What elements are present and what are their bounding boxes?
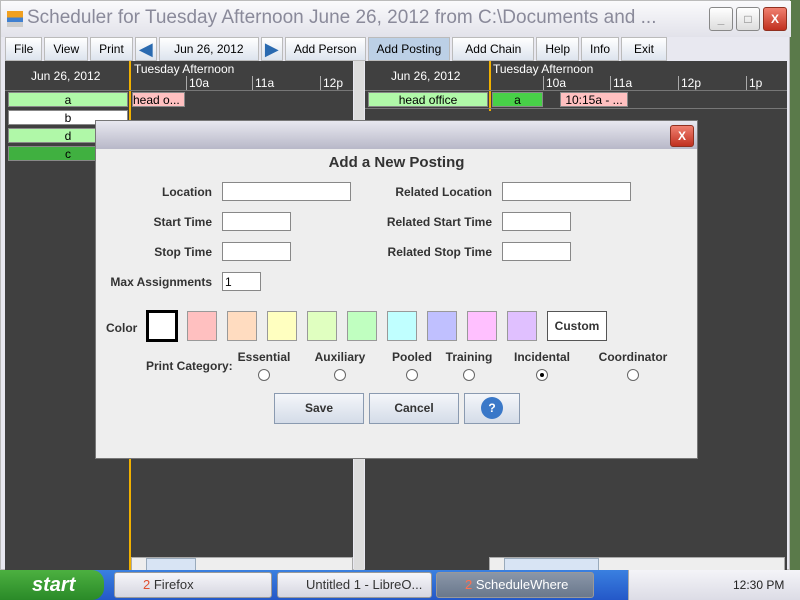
hour-label: 10a	[186, 76, 209, 90]
title-bar: Scheduler for Tuesday Afternoon June 26,…	[1, 1, 791, 37]
category-radio-incidental[interactable]	[536, 369, 548, 381]
category-radio-auxiliary[interactable]	[334, 369, 346, 381]
prev-day-arrow-icon[interactable]: ◀	[134, 37, 157, 61]
hour-label: 12p	[320, 76, 343, 90]
color-swatch[interactable]	[227, 311, 257, 341]
taskbar: start 2 Firefox Untitled 1 - LibreO... 2…	[0, 570, 800, 600]
category-label: Training	[445, 350, 493, 364]
taskbar-firefox[interactable]: 2 Firefox	[114, 572, 272, 598]
color-swatch[interactable]	[387, 311, 417, 341]
hour-label: 11a	[252, 76, 274, 90]
color-swatch[interactable]	[507, 311, 537, 341]
clock: 12:30 PM	[733, 578, 785, 592]
category-label: Auxiliary	[314, 350, 366, 364]
window-title: Scheduler for Tuesday Afternoon June 26,…	[27, 7, 657, 28]
related-stop-time-input[interactable]	[502, 242, 571, 261]
dialog-close-button[interactable]: X	[670, 125, 694, 147]
stop-time-label: Stop Time	[154, 245, 212, 259]
print-category-label: Print Category:	[146, 359, 233, 373]
start-time-input[interactable]	[222, 212, 291, 231]
category-radio-pooled[interactable]	[406, 369, 418, 381]
help-icon: ?	[481, 397, 503, 419]
taskbar-libreoffice[interactable]: Untitled 1 - LibreO...	[277, 572, 432, 598]
exit-button[interactable]: Exit	[621, 37, 668, 61]
start-button[interactable]: start	[0, 570, 104, 600]
color-swatch[interactable]	[307, 311, 337, 341]
color-swatch[interactable]	[267, 311, 297, 341]
category-radio-training[interactable]	[463, 369, 475, 381]
next-day-arrow-icon[interactable]: ▶	[260, 37, 283, 61]
maximize-button[interactable]: □	[736, 7, 760, 31]
category-radio-essential[interactable]	[258, 369, 270, 381]
related-location-input[interactable]	[502, 182, 631, 201]
period-label: Tuesday Afternoon	[134, 62, 235, 76]
location-label: Location	[162, 185, 212, 199]
close-button[interactable]: X	[763, 7, 787, 31]
task-count: 2	[465, 577, 473, 592]
add-person-button[interactable]: Add Person	[284, 37, 366, 61]
person-a[interactable]: a	[8, 92, 128, 107]
color-swatch[interactable]	[146, 310, 178, 342]
custom-color-button[interactable]: Custom	[547, 311, 607, 341]
help-button[interactable]: ?	[464, 393, 520, 424]
hour-label: 1p	[746, 76, 762, 90]
task-label: Untitled 1 - LibreO...	[306, 577, 423, 592]
cancel-button[interactable]: Cancel	[369, 393, 459, 424]
print-button[interactable]: Print	[90, 37, 133, 61]
hour-label: 10a	[543, 76, 566, 90]
posting-head-office[interactable]: head office	[368, 92, 488, 107]
max-assignments-label: Max Assignments	[110, 275, 212, 289]
dialog-heading: Add a New Posting	[328, 154, 465, 171]
hour-label: 11a	[610, 76, 632, 90]
stop-time-input[interactable]	[222, 242, 291, 261]
dialog-title-bar: X	[96, 121, 697, 149]
related-location-label: Related Location	[395, 185, 492, 199]
category-radio-coordinator[interactable]	[627, 369, 639, 381]
schedule-entry[interactable]: head o...	[132, 92, 185, 107]
category-label: Coordinator	[598, 350, 668, 364]
pane-date: Jun 26, 2012	[31, 69, 101, 83]
related-stop-time-label: Related Stop Time	[387, 245, 492, 259]
help-button[interactable]: Help	[536, 37, 579, 61]
schedule-entry[interactable]: 10:15a - ...	[560, 92, 628, 107]
task-label: Firefox	[153, 577, 194, 592]
category-label: Incidental	[513, 350, 570, 364]
period-label: Tuesday Afternoon	[493, 62, 594, 76]
related-start-time-label: Related Start Time	[386, 215, 492, 229]
color-swatch[interactable]	[427, 311, 457, 341]
category-label: Essential	[237, 350, 291, 364]
save-button[interactable]: Save	[274, 393, 364, 424]
add-posting-dialog: X Add a New Posting Location Start Time …	[95, 120, 698, 459]
task-count: 2	[143, 577, 151, 592]
color-swatch[interactable]	[187, 311, 217, 341]
assigned-person[interactable]: a	[492, 92, 543, 107]
info-button[interactable]: Info	[581, 37, 620, 61]
max-assignments-input[interactable]	[222, 272, 261, 291]
start-time-label: Start Time	[153, 215, 212, 229]
add-posting-button[interactable]: Add Posting	[367, 37, 451, 61]
hour-label: 12p	[678, 76, 701, 90]
toolbar: File View Print ◀ Jun 26, 2012 ▶ Add Per…	[5, 37, 668, 61]
pane-date: Jun 26, 2012	[391, 69, 461, 83]
view-menu[interactable]: View	[44, 37, 89, 61]
related-start-time-input[interactable]	[502, 212, 571, 231]
file-menu[interactable]: File	[5, 37, 43, 61]
minimize-button[interactable]: _	[709, 7, 733, 31]
color-swatch[interactable]	[467, 311, 497, 341]
task-label: ScheduleWhere	[475, 577, 569, 592]
taskbar-schedulewhere[interactable]: 2 ScheduleWhere	[436, 572, 594, 598]
date-button[interactable]: Jun 26, 2012	[158, 37, 259, 61]
time-marker	[489, 61, 491, 111]
color-swatch[interactable]	[347, 311, 377, 341]
app-icon	[7, 11, 23, 27]
system-tray: 12:30 PM	[628, 570, 800, 600]
add-chain-button[interactable]: Add Chain	[452, 37, 535, 61]
color-label: Color	[106, 321, 138, 335]
